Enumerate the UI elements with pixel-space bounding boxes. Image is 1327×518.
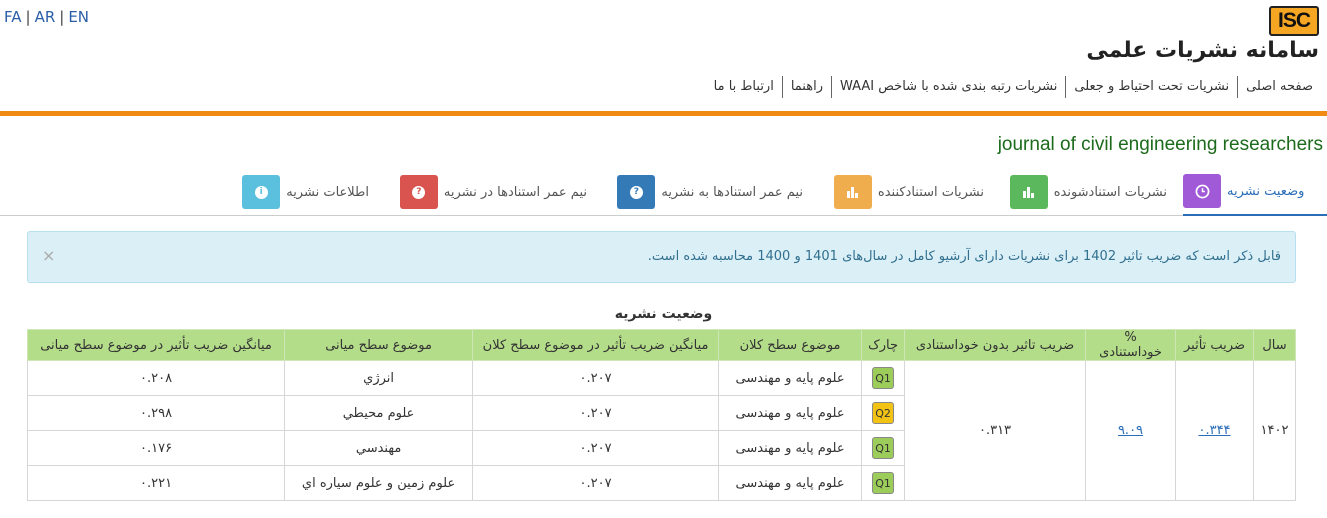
info-alert: قابل ذکر است که ضریب تاثیر 1402 برای نشر… — [27, 231, 1296, 283]
bar-chart-icon — [833, 175, 872, 209]
table-header-row: سال ضریب تأثیر % خوداستنادی ضریب تاثیر ب… — [26, 329, 1296, 361]
quartile-cell: Q1 — [861, 465, 905, 501]
site-title: سامانه نشریات علمی — [1086, 38, 1319, 63]
journal-status-table: سال ضریب تأثیر % خوداستنادی ضریب تاثیر ب… — [26, 329, 1296, 501]
clock-icon — [1183, 174, 1221, 208]
quartile-cell: Q1 — [861, 430, 905, 466]
lang-fa-link[interactable]: FA — [4, 8, 22, 26]
self-citation-cell: ۹.۰۹ — [1085, 360, 1176, 501]
lang-separator: | — [59, 8, 65, 26]
col-self-citation: % خوداستنادی — [1085, 329, 1176, 361]
tab-citing-journals[interactable]: نشریات استنادکننده — [833, 168, 984, 216]
mid-avg-cell: ۰.۲۹۸ — [26, 395, 286, 431]
macro-avg-cell: ۰.۲۰۷ — [472, 430, 720, 466]
tab-cited-half-life[interactable]: ? نیم عمر استنادها به نشریه — [617, 168, 803, 216]
tab-label: نیم عمر استنادها در نشریه — [443, 184, 587, 200]
nav-waai-ranked[interactable]: نشریات رتبه بندی شده با شاخص WAAI — [830, 76, 1065, 98]
self-citation-link[interactable]: ۹.۰۹ — [1118, 423, 1143, 438]
mid-subject-cell: انرژي — [284, 360, 474, 396]
mid-avg-cell: ۰.۲۲۱ — [26, 465, 286, 501]
top-navigation: صفحه اصلی نشریات تحت احتیاط و جعلی نشریا… — [706, 76, 1313, 98]
journal-title: journal of civil engineering researchers — [997, 134, 1323, 155]
year-cell: ۱۴۰۲ — [1253, 360, 1296, 501]
macro-avg-cell: ۰.۲۰۷ — [472, 360, 720, 396]
tab-cited-journals[interactable]: نشریات استنادشونده — [1009, 168, 1167, 216]
lang-separator: | — [25, 8, 31, 26]
tab-citing-half-life[interactable]: ? نیم عمر استنادها در نشریه — [399, 168, 587, 216]
lang-ar-link[interactable]: AR — [35, 8, 56, 26]
isc-logo[interactable]: ISC — [1269, 6, 1319, 36]
language-switcher: FA | AR | EN — [4, 8, 89, 26]
col-mid-avg: میانگین ضریب تأثیر در موضوع سطح میانی — [26, 329, 286, 361]
tab-label: نشریات استنادشونده — [1053, 184, 1167, 200]
col-year: سال — [1253, 329, 1296, 361]
tab-journal-status[interactable]: وضعیت نشریه — [1183, 168, 1327, 216]
col-macro-subject: موضوع سطح کلان — [718, 329, 863, 361]
col-mid-subject: موضوع سطح میانی — [284, 329, 474, 361]
col-if-without-self: ضریب تاثیر بدون خوداستنادی — [904, 329, 1086, 361]
macro-avg-cell: ۰.۲۰۷ — [472, 395, 720, 431]
nav-home[interactable]: صفحه اصلی — [1237, 76, 1313, 98]
close-icon[interactable]: × — [42, 246, 55, 265]
tab-label: نشریات استنادکننده — [877, 184, 984, 200]
bar-chart-icon — [1009, 175, 1048, 209]
header-divider — [0, 111, 1327, 116]
impact-factor-cell: ۰.۳۴۴ — [1175, 360, 1254, 501]
quartile-badge: Q1 — [872, 437, 895, 459]
macro-subject-cell: علوم پایه و مهندسی — [718, 360, 863, 396]
quartile-cell: Q2 — [861, 395, 905, 431]
quartile-badge: Q1 — [872, 472, 895, 494]
nav-cautionary-journals[interactable]: نشریات تحت احتیاط و جعلی — [1065, 76, 1237, 98]
quartile-cell: Q1 — [861, 360, 905, 396]
quartile-badge: Q2 — [872, 402, 895, 424]
if-without-self-cell: ۰.۳۱۳ — [904, 360, 1086, 501]
mid-subject-cell: علوم زمين و علوم سياره اي — [284, 465, 474, 501]
nav-contact[interactable]: ارتباط با ما — [706, 76, 782, 98]
mid-subject-cell: مهندسي — [284, 430, 474, 466]
journal-tabs: وضعیت نشریه نشریات استنادشونده نشریات اس… — [0, 168, 1327, 216]
col-macro-avg: میانگین ضریب تأثیر در موضوع سطح کلان — [472, 329, 720, 361]
tab-label: اطلاعات نشریه — [286, 184, 369, 200]
nav-help[interactable]: راهنما — [781, 76, 831, 98]
question-icon: ? — [617, 175, 656, 209]
macro-subject-cell: علوم پایه و مهندسی — [718, 430, 863, 466]
alert-message: قابل ذکر است که ضریب تاثیر 1402 برای نشر… — [647, 249, 1281, 264]
impact-factor-link[interactable]: ۰.۳۴۴ — [1198, 423, 1230, 438]
macro-subject-cell: علوم پایه و مهندسی — [718, 465, 863, 501]
macro-avg-cell: ۰.۲۰۷ — [472, 465, 720, 501]
info-icon: i — [242, 175, 281, 209]
tab-journal-info[interactable]: i اطلاعات نشریه — [242, 168, 369, 216]
table-row: ۱۴۰۲ ۰.۳۴۴ ۹.۰۹ ۰.۳۱۳ Q1 علوم پایه و مهن… — [26, 360, 1296, 501]
table-title: وضعیت نشریه — [614, 306, 713, 322]
quartile-badge: Q1 — [872, 367, 895, 389]
col-quartile: چارک — [861, 329, 905, 361]
mid-avg-cell: ۰.۱۷۶ — [26, 430, 286, 466]
col-impact-factor: ضریب تأثیر — [1175, 329, 1254, 361]
tab-label: نیم عمر استنادها به نشریه — [661, 184, 803, 200]
question-icon: ? — [399, 175, 438, 209]
lang-en-link[interactable]: EN — [68, 8, 89, 26]
mid-subject-cell: علوم محيطي — [284, 395, 474, 431]
macro-subject-cell: علوم پایه و مهندسی — [718, 395, 863, 431]
tab-label: وضعیت نشریه — [1227, 183, 1305, 199]
mid-avg-cell: ۰.۲۰۸ — [26, 360, 286, 396]
